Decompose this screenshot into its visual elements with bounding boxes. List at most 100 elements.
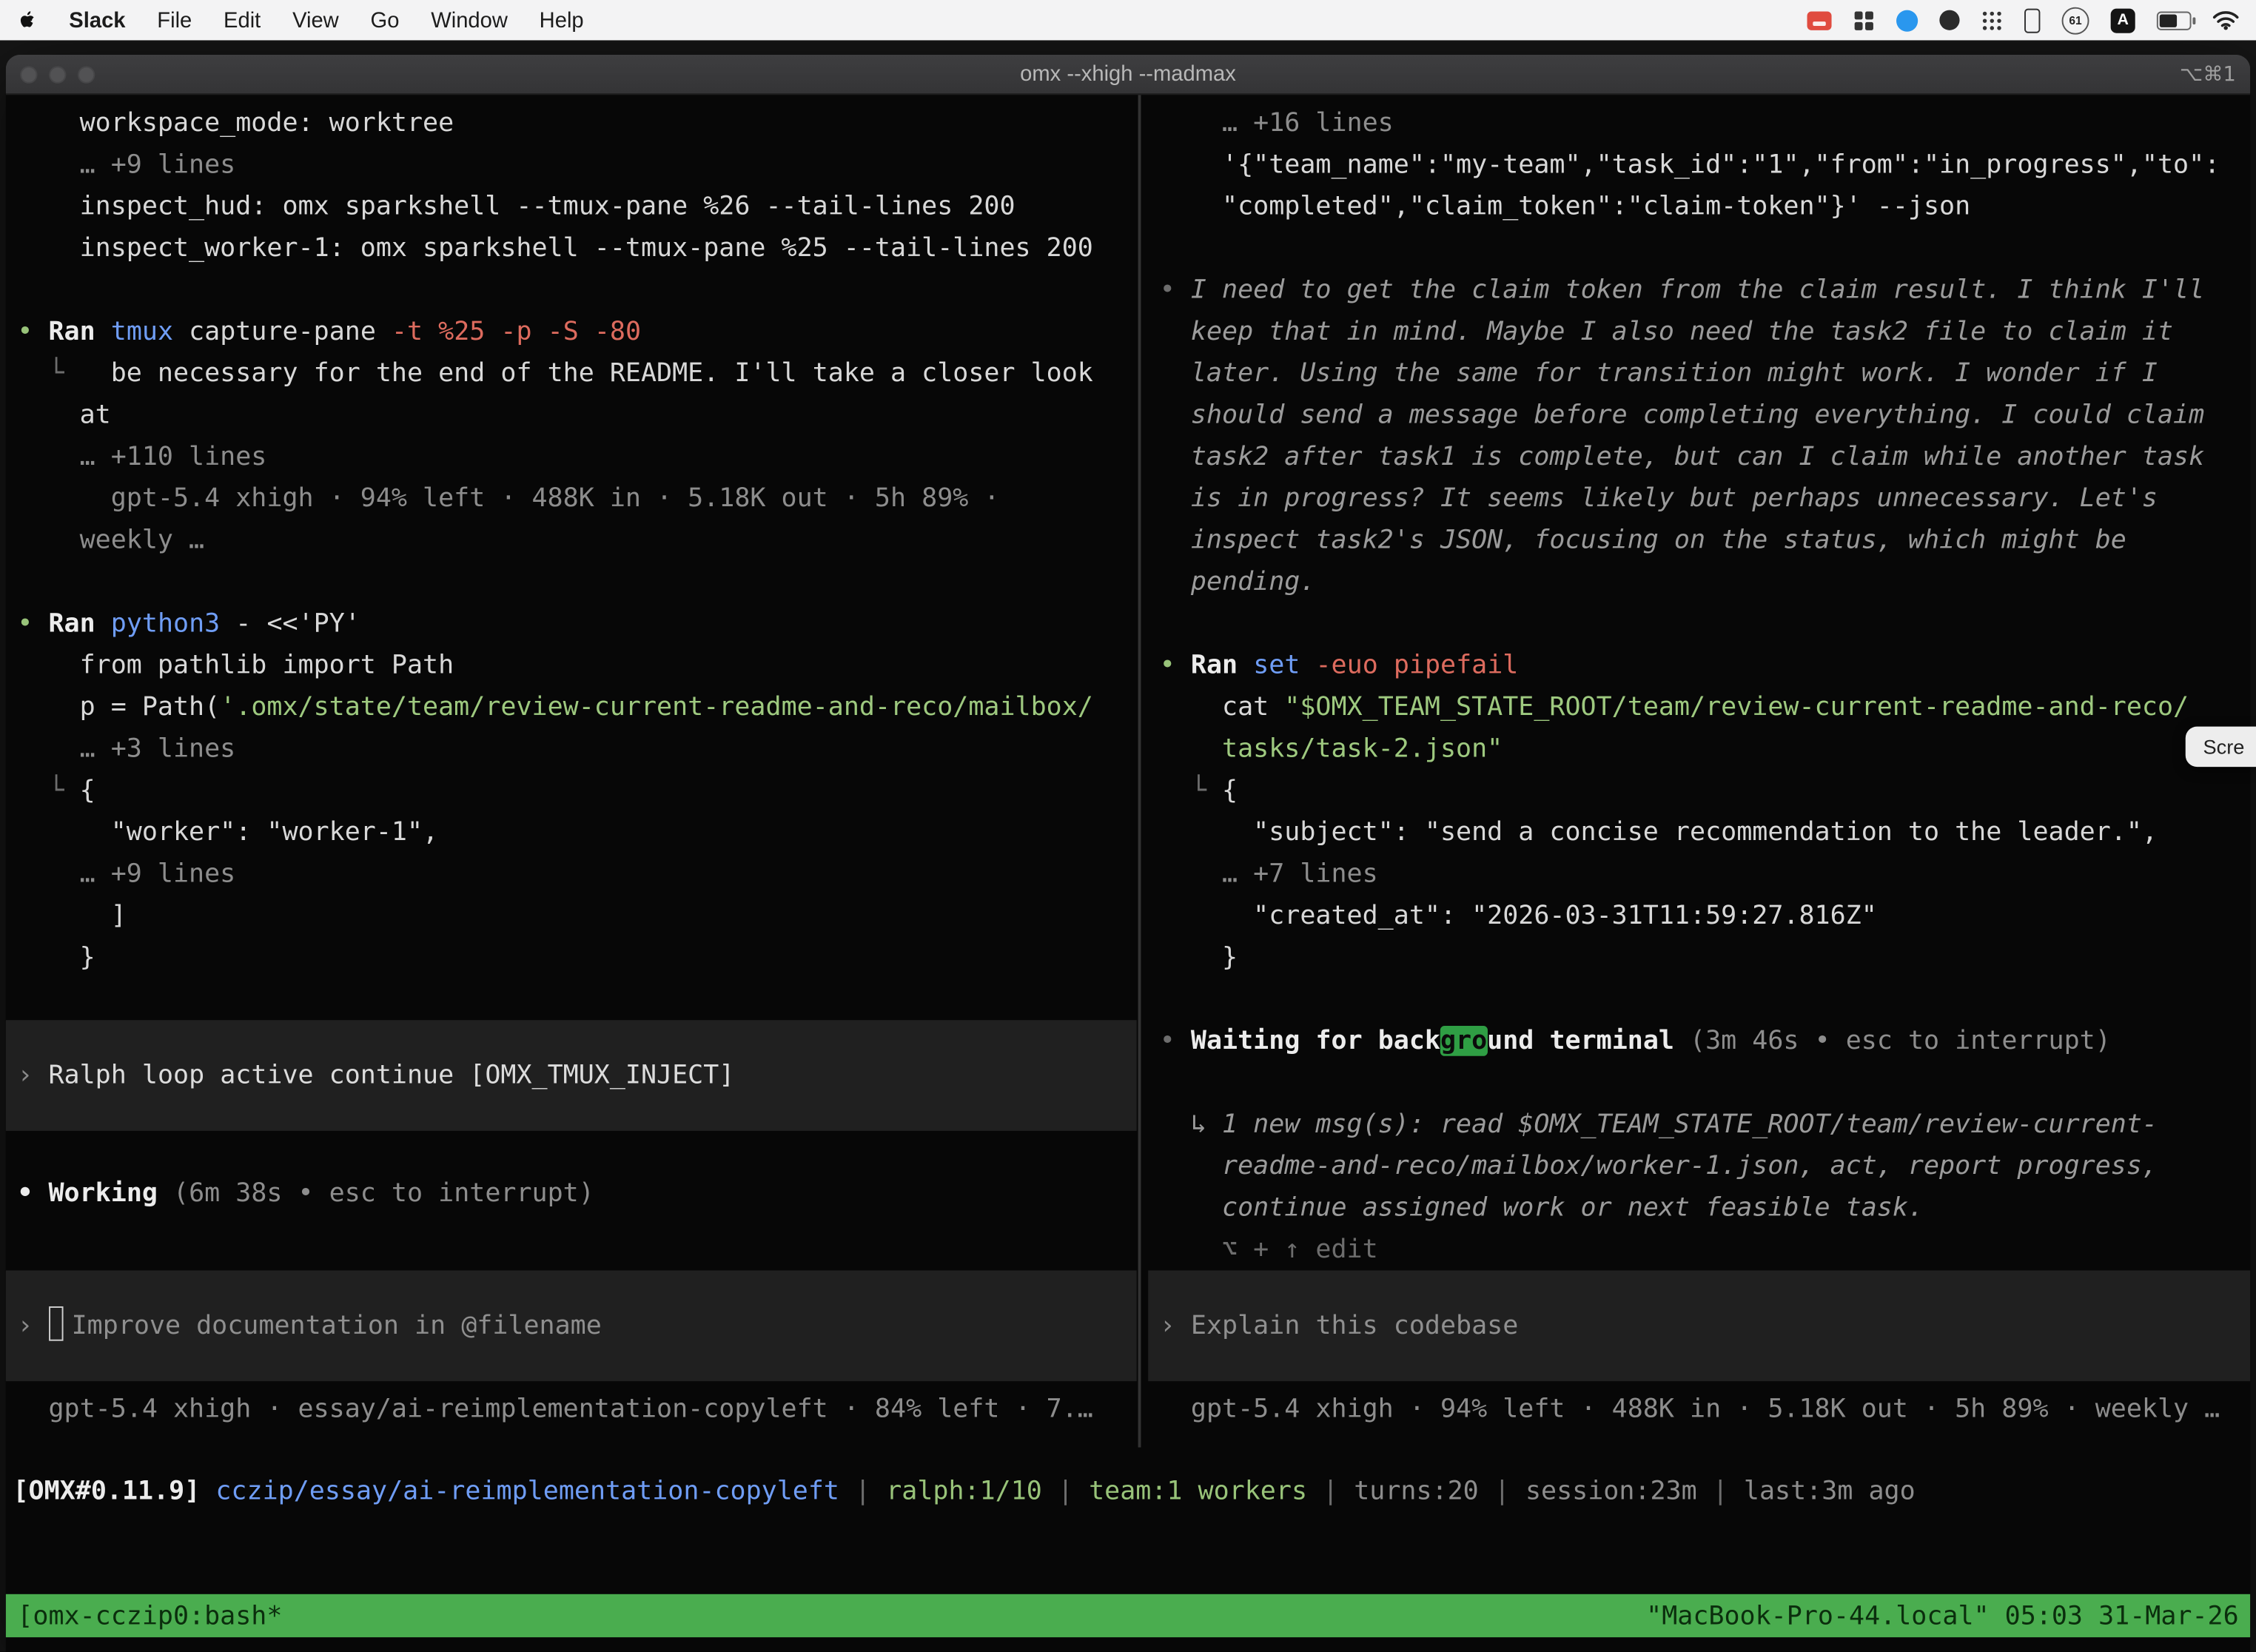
left-agent-pane[interactable]: workspace_mode: worktree … +9 lines insp… — [6, 95, 1137, 1430]
suggestion-band[interactable]: › Explain this codebase — [1148, 1270, 2250, 1381]
window-titlebar[interactable]: omx --xhigh --madmax ⌥⌘1 — [6, 55, 2250, 95]
text-segment: from pathlib import Path — [17, 651, 454, 681]
terminal-line: } — [6, 936, 1137, 978]
apple-menu-icon[interactable] — [17, 9, 37, 32]
text-segment: └ — [17, 776, 79, 806]
text-segment: workspace_mode: worktree — [17, 108, 454, 138]
text-segment: tmux — [111, 317, 189, 347]
terminal-line: continue assigned work or next feasible … — [1148, 1187, 2250, 1229]
terminal-line — [1148, 978, 2250, 1020]
dark-app-icon[interactable] — [1939, 10, 1959, 30]
window-manager-icon[interactable] — [1853, 10, 1875, 31]
terminal-line: tasks/task-2.json" — [1148, 728, 2250, 770]
text-segment: at — [17, 400, 110, 430]
composer-placeholder: Improve documentation in @filename — [72, 1311, 602, 1341]
text-segment: I need to get the claim token from the c… — [1191, 275, 2204, 305]
terminal-line: [OMX#0.11.9] cczip/essay/ai-reimplementa… — [6, 1471, 2250, 1512]
text-segment: set — [1253, 651, 1315, 681]
text-segment: ralph:1/10 — [886, 1476, 1042, 1506]
blue-app-icon[interactable] — [1896, 10, 1918, 31]
terminal-line: … +16 lines — [1148, 102, 2250, 144]
text-segment: { — [80, 776, 95, 806]
text-segment: gro — [1440, 1026, 1487, 1056]
text-segment: -t %25 -p -S -80 — [392, 317, 641, 347]
text-segment: capture-pane — [189, 317, 392, 347]
text-segment: readme-and-reco/mailbox/worker-1.json, a… — [1160, 1151, 2158, 1181]
text-segment: und terminal — [1487, 1026, 1674, 1056]
left-pane-model-status: gpt-5.4 xhigh · essay/ai-reimplementatio… — [6, 1389, 1137, 1430]
battery-percent-icon[interactable]: 61 — [2062, 7, 2089, 34]
screen-recording-icon[interactable] — [1807, 11, 1832, 30]
terminal-line: inspect task2's JSON, focusing on the st… — [1148, 520, 2250, 561]
menu-item-window[interactable]: Window — [431, 8, 508, 33]
text-segment: • — [17, 1178, 48, 1209]
terminal-line: "subject": "send a concise recommendatio… — [1148, 811, 2250, 853]
wifi-icon[interactable] — [2213, 10, 2239, 30]
text-segment: (3m 46s • esc to interrupt) — [1674, 1026, 2111, 1056]
terminal-line: ↳ 1 new msg(s): read $OMX_TEAM_STATE_ROO… — [1148, 1104, 2250, 1145]
phone-mirroring-icon[interactable] — [2024, 8, 2040, 33]
text-segment: { — [1222, 776, 1238, 806]
input-source-label: A — [2117, 12, 2128, 29]
battery-percent-value: 61 — [2069, 13, 2081, 26]
terminal-line: gpt-5.4 xhigh · 94% left · 488K in · 5.1… — [6, 477, 1137, 519]
text-segment: cczip/essay/ai-reimplementation-copyleft — [215, 1476, 839, 1506]
menu-item-go[interactable]: Go — [371, 8, 400, 33]
terminal-line: p = Path('.omx/state/team/review-current… — [6, 686, 1137, 728]
text-segment: later. Using the same for transition mig… — [1160, 358, 2158, 389]
tmux-status-bar: [omx-cczip0:bash* "MacBook-Pro-44.local"… — [6, 1594, 2250, 1637]
input-source-icon[interactable]: A — [2111, 8, 2135, 33]
menu-item-file[interactable]: File — [157, 8, 192, 33]
tmux-session-label: [omx-cczip0:bash* — [17, 1601, 282, 1631]
terminal-line: at — [6, 394, 1137, 436]
keyboard-grid-icon[interactable] — [1981, 10, 2003, 31]
terminal-line: "created_at": "2026-03-31T11:59:27.816Z" — [1148, 895, 2250, 936]
text-segment: last:3m ago — [1744, 1476, 1916, 1506]
terminal-line: "completed","claim_token":"claim-token"}… — [1148, 186, 2250, 227]
text-segment: p = Path( — [17, 692, 220, 722]
terminal-line: inspect_hud: omx sparkshell --tmux-pane … — [6, 186, 1137, 227]
terminal-line: should send a message before completing … — [1148, 394, 2250, 436]
text-segment: └ — [1160, 776, 1222, 806]
screen-pill-button[interactable]: Scre — [2186, 727, 2256, 767]
text-segment: "completed","claim_token":"claim-token"}… — [1160, 192, 1970, 222]
text-segment: is in progress? It seems likely but perh… — [1160, 483, 2158, 514]
text-segment: inspect task2's JSON, focusing on the st… — [1160, 526, 2126, 556]
text-segment: gpt-5.4 xhigh · essay/ai-reimplementatio… — [17, 1394, 1093, 1425]
terminal-line: ⌥ + ↑ edit — [1148, 1229, 2250, 1270]
text-segment: gpt-5.4 xhigh · 94% left · 488K in · 5.1… — [17, 483, 999, 514]
text-segment: be necessary for the end of the README. … — [111, 358, 1093, 389]
text-segment: Ran — [48, 317, 110, 347]
terminal-line: weekly … — [6, 520, 1137, 561]
terminal-line: • Working (6m 38s • esc to interrupt) — [6, 1172, 1137, 1214]
terminal-line: "worker": "worker-1", — [6, 811, 1137, 853]
terminal-line — [1148, 227, 2250, 269]
window-title: omx --xhigh --madmax — [6, 62, 2250, 87]
terminal-line: pending. — [1148, 561, 2250, 602]
composer-input[interactable]: › Improve documentation in @filename — [6, 1270, 1137, 1381]
terminal-line: keep that in mind. Maybe I also need the… — [1148, 311, 2250, 352]
text-segment: keep that in mind. Maybe I also need the… — [1160, 317, 2173, 347]
text-segment: turns:20 — [1354, 1476, 1479, 1506]
menu-item-edit[interactable]: Edit — [224, 8, 261, 33]
right-agent-pane[interactable]: … +16 lines '{"team_name":"my-team","tas… — [1148, 95, 2250, 1430]
text-segment: | — [1307, 1476, 1354, 1506]
text-segment: gpt-5.4 xhigh · 94% left · 488K in · 5.1… — [1160, 1394, 2220, 1425]
text-segment: └ — [17, 358, 110, 389]
suggestion-text: Explain this codebase — [1191, 1311, 1518, 1341]
text-segment: "subject": "send a concise recommendatio… — [1160, 817, 2158, 847]
battery-icon[interactable] — [2157, 11, 2192, 30]
terminal-line: workspace_mode: worktree — [6, 102, 1137, 144]
prompt-chevron: › — [17, 1061, 48, 1091]
menu-item-help[interactable]: Help — [540, 8, 584, 33]
text-segment: • — [17, 317, 48, 347]
menu-item-view[interactable]: View — [292, 8, 339, 33]
text-segment: Ran — [1191, 651, 1253, 681]
active-app-menu[interactable]: Slack — [69, 8, 125, 33]
text-segment: cat — [1160, 692, 1285, 722]
terminal-line: inspect_worker-1: omx sparkshell --tmux-… — [6, 227, 1137, 269]
text-segment: … +16 lines — [1160, 108, 1394, 138]
terminal-line: └ { — [6, 770, 1137, 811]
terminal-line — [1148, 1062, 2250, 1104]
terminal-line: later. Using the same for transition mig… — [1148, 352, 2250, 394]
